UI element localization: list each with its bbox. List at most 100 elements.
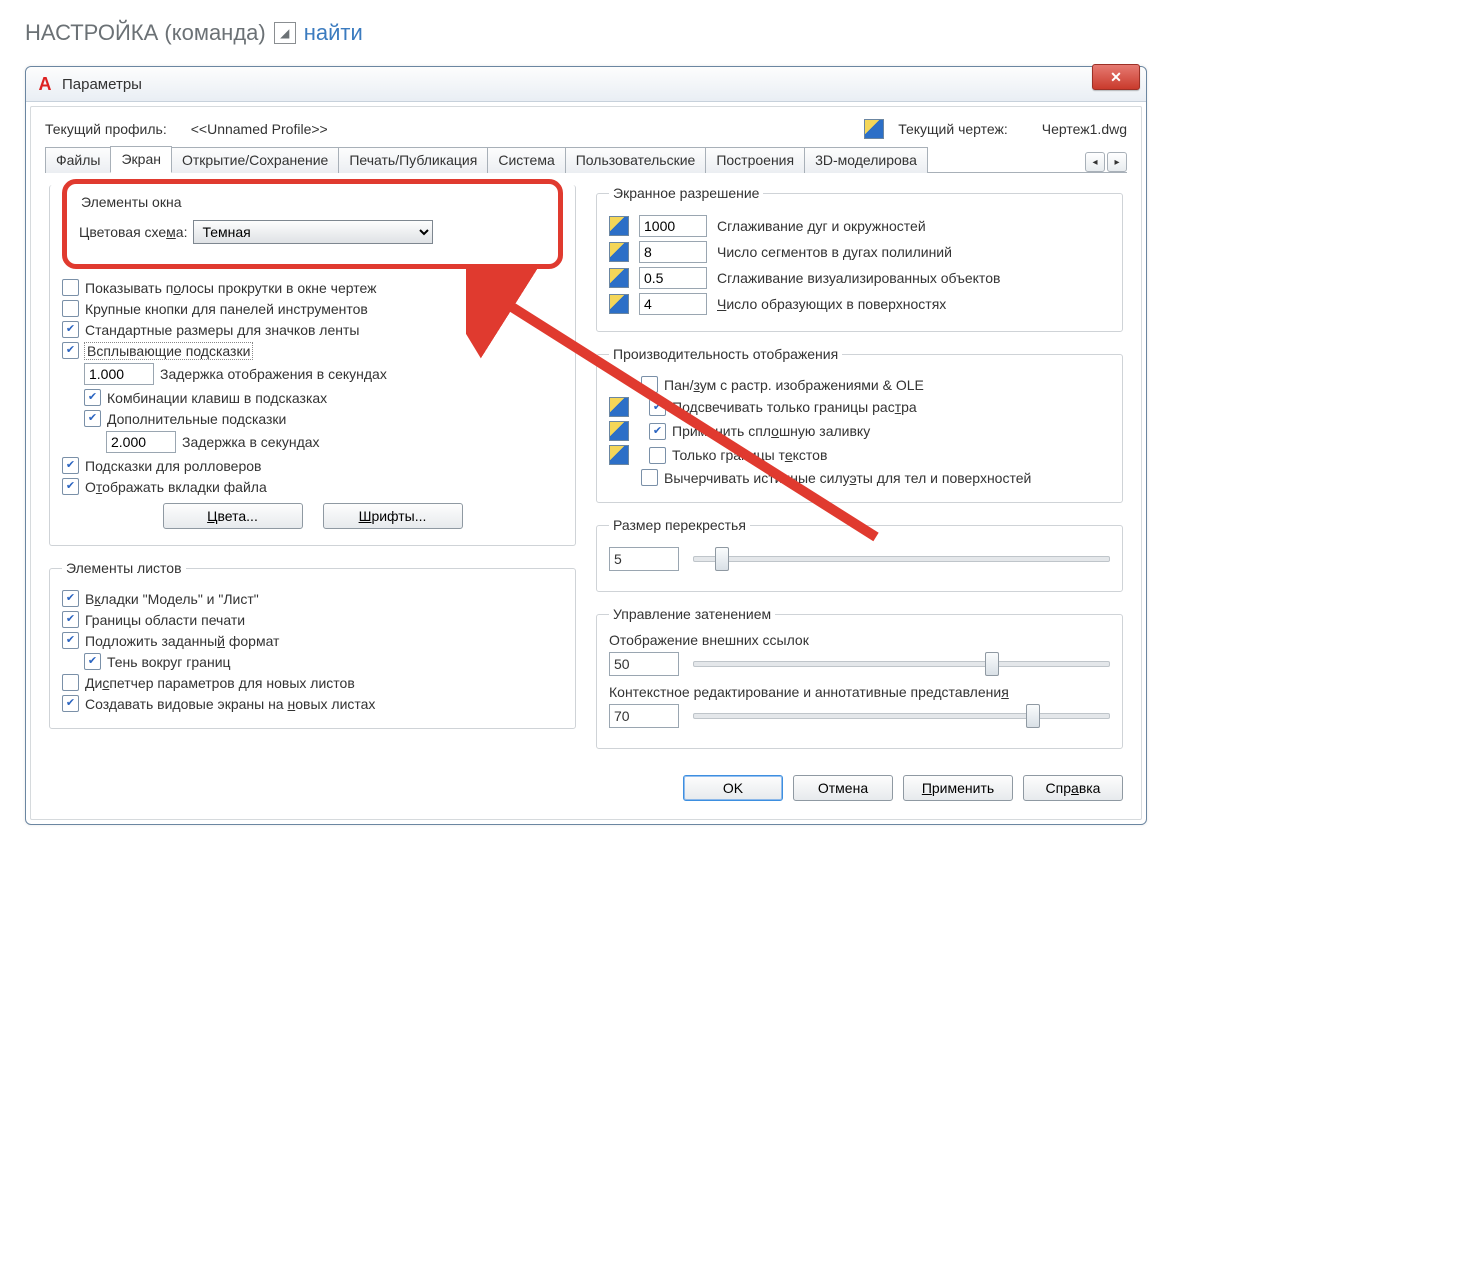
shadow-label: Тень вокруг границ [107,654,231,670]
tab-display[interactable]: Экран [110,146,172,173]
large-buttons-checkbox[interactable] [62,300,79,317]
surface-input[interactable] [639,293,707,315]
tabstrip: Файлы Экран Открытие/Сохранение Печать/П… [45,145,1127,173]
paper-bg-checkbox[interactable] [62,632,79,649]
shadow-checkbox[interactable] [84,653,101,670]
heading-text: НАСТРОЙКА (команда) [25,20,266,46]
paper-bg-label: Подложить заданный формат [85,633,279,649]
segments-input[interactable] [639,241,707,263]
tooltips-label: Всплывающие подсказки [85,343,252,359]
options-dialog: A Параметры ✕ Текущий профиль: <<Unnamed… [25,66,1147,825]
performance-legend: Производительность отображения [609,346,842,362]
tab-scroll-left[interactable]: ◂ [1085,152,1105,172]
model-layout-checkbox[interactable] [62,590,79,607]
crosshair-value[interactable]: 5 [609,547,679,571]
inplace-label: Контекстное редактирование и аннотативны… [609,684,1110,700]
textframe-label: Только границы текстов [672,447,827,463]
fill-checkbox[interactable] [649,423,666,440]
rollover-checkbox[interactable] [62,457,79,474]
raster-label: Подсвечивать только границы растра [672,399,917,415]
window-elements-group: Элементы окна Цветовая схема: Темная Пок… [49,185,576,546]
drawing-value: Чертеж1.dwg [1042,121,1127,137]
large-buttons-label: Крупные кнопки для панелей инструментов [85,301,368,317]
color-scheme-select[interactable]: Темная [193,220,433,244]
silhouette-label: Вычерчивать истинные силуэты для тел и п… [664,470,1031,486]
ext-delay-label: Задержка в секундах [182,434,320,450]
hotkeys-label: Комбинации клавиш в подсказках [107,390,327,406]
tooltip-delay-label: Задержка отображения в секундах [160,366,387,382]
xref-slider[interactable] [693,661,1110,667]
performance-group: Производительность отображения Пан/зум с… [596,346,1123,503]
tab-plot[interactable]: Печать/Публикация [338,147,488,173]
panzoom-label: Пан/зум с растр. изображениями & OLE [664,377,924,393]
layout-elements-group: Элементы листов Вкладки "Модель" и "Лист… [49,560,576,729]
inplace-slider[interactable] [693,713,1110,719]
crosshair-slider[interactable] [693,556,1110,562]
render-smooth-input[interactable] [639,267,707,289]
profile-label: Текущий профиль: [45,121,167,137]
perf-icon [609,445,629,465]
inplace-value[interactable]: 70 [609,704,679,728]
raster-checkbox[interactable] [649,399,666,416]
drawing-label: Текущий чертеж: [898,121,1008,137]
apply-button[interactable]: Применить [903,775,1013,801]
arc-smooth-input[interactable] [639,215,707,237]
pagesetup-checkbox[interactable] [62,674,79,691]
viewports-label: Создавать видовые экраны на новых листах [85,696,375,712]
filetabs-checkbox[interactable] [62,478,79,495]
colors-button[interactable]: Цвета... [163,503,303,529]
tab-scroll-right[interactable]: ▸ [1107,152,1127,172]
perf-icon [609,421,629,441]
viewports-checkbox[interactable] [62,695,79,712]
silhouette-checkbox[interactable] [641,469,658,486]
filetabs-label: Отображать вкладки файла [85,479,267,495]
color-scheme-label: Цветовая схема: [79,224,187,240]
layout-elements-legend: Элементы листов [62,560,186,576]
tooltips-checkbox[interactable] [62,342,79,359]
arc-smooth-label: Сглаживание дуг и окружностей [717,218,926,234]
ok-button[interactable]: OK [683,775,783,801]
hotkeys-checkbox[interactable] [84,389,101,406]
close-button[interactable]: ✕ [1092,64,1140,90]
textframe-checkbox[interactable] [649,447,666,464]
tab-3d[interactable]: 3D-моделирова [804,147,928,173]
dropdown-icon[interactable]: ◢ [274,22,296,44]
res-icon [609,268,629,288]
xref-value[interactable]: 50 [609,652,679,676]
scrollbars-label: Показывать полосы прокрутки в окне черте… [85,280,376,296]
std-ribbon-checkbox[interactable] [62,321,79,338]
tab-files[interactable]: Файлы [45,147,111,173]
cancel-button[interactable]: Отмена [793,775,893,801]
print-area-checkbox[interactable] [62,611,79,628]
panzoom-checkbox[interactable] [641,376,658,393]
tab-system[interactable]: Система [487,147,565,173]
find-link[interactable]: найти [304,20,363,46]
crosshair-legend: Размер перекрестья [609,517,750,533]
ext-delay-input[interactable] [106,431,176,453]
ext-tooltips-checkbox[interactable] [84,410,101,427]
page-header: НАСТРОЙКА (команда) ◢ найти [25,20,1448,46]
fade-group: Управление затенением Отображение внешни… [596,606,1123,749]
res-icon [609,242,629,262]
fade-legend: Управление затенением [609,606,775,622]
model-layout-label: Вкладки "Модель" и "Лист" [85,591,259,607]
print-area-label: Границы области печати [85,612,245,628]
render-smooth-label: Сглаживание визуализированных объектов [717,270,1000,286]
resolution-legend: Экранное разрешение [609,185,763,201]
xref-label: Отображение внешних ссылок [609,632,1110,648]
tooltip-delay-input[interactable] [84,363,154,385]
resolution-group: Экранное разрешение Сглаживание дуг и ок… [596,185,1123,332]
crosshair-group: Размер перекрестья 5 [596,517,1123,592]
profile-value: <<Unnamed Profile>> [191,121,328,137]
tab-open-save[interactable]: Открытие/Сохранение [171,147,339,173]
fonts-button[interactable]: Шрифты... [323,503,463,529]
tab-drafting[interactable]: Построения [705,147,805,173]
scrollbars-checkbox[interactable] [62,279,79,296]
profile-row: Текущий профиль: <<Unnamed Profile>> Тек… [45,119,1127,139]
res-icon [609,216,629,236]
tab-user[interactable]: Пользовательские [565,147,707,173]
pagesetup-label: Диспетчер параметров для новых листов [85,675,355,691]
drawing-icon [864,119,884,139]
window-elements-legend: Элементы окна [81,194,534,210]
help-button[interactable]: Справка [1023,775,1123,801]
